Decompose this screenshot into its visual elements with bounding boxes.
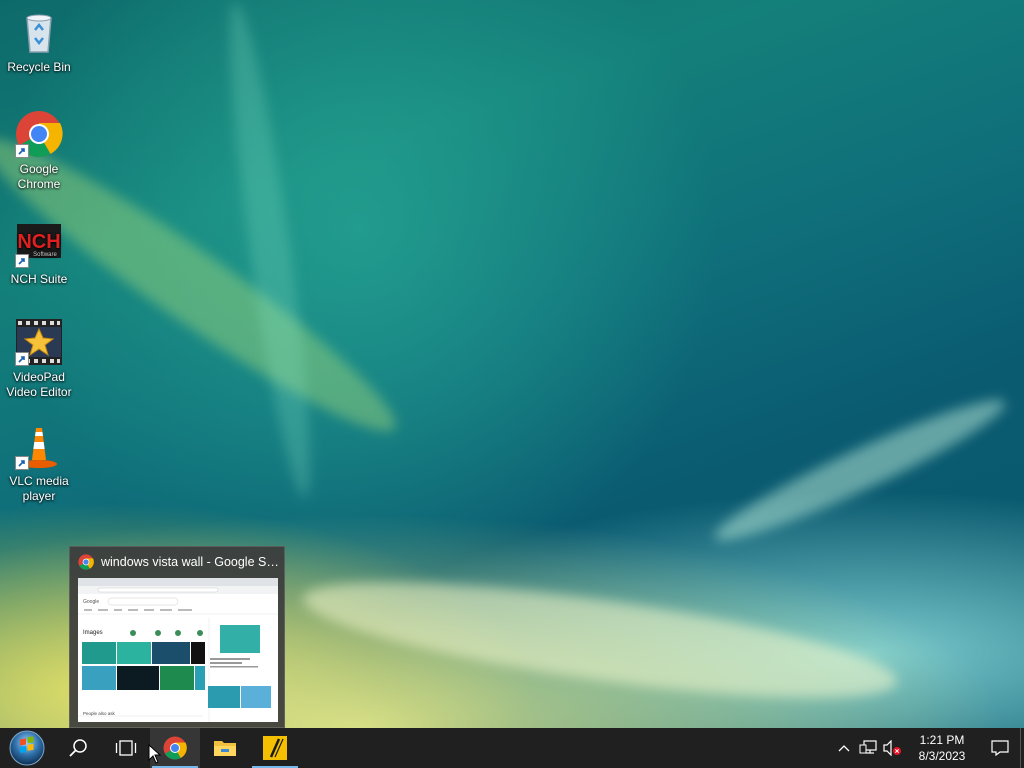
recycle-bin-icon [15,8,63,56]
clock-date: 8/3/2023 [918,749,966,763]
task-view-icon [115,740,137,756]
taskbar-chrome-button[interactable] [148,728,200,768]
wallpaper-streak [215,0,325,501]
desktop-icon-label: NCH Suite [10,272,68,286]
nch-suite-icon: NCH Software [15,220,63,268]
start-button[interactable] [0,728,54,768]
desktop-icon-label: Google Chrome [17,162,61,191]
show-hidden-icons-button[interactable] [832,728,856,768]
svg-text:Software: Software [33,252,57,258]
volume-muted-icon [883,740,901,756]
chrome-icon [163,736,187,760]
desktop-icon-label: Recycle Bin [7,60,71,74]
thumb-images-heading: Images [83,630,103,636]
search-icon [69,739,87,757]
file-explorer-icon [214,741,236,756]
taskbar-nch-button[interactable] [250,728,300,768]
network-icon [859,740,877,754]
desktop-icon-label: VideoPad Video Editor [6,370,72,399]
nch-icon [263,736,287,760]
taskbar-file-explorer-button[interactable] [200,728,250,768]
desktop-icon-videopad[interactable]: VideoPad Video Editor [2,318,76,400]
network-button[interactable] [856,728,880,768]
desktop-icon-nch-suite[interactable]: NCH Software NCH Suite [2,220,76,287]
chrome-icon [78,554,94,570]
preview-thumbnail[interactable]: Google Images People also ask [78,578,278,722]
preview-header: windows vista wall - Google Se... [70,547,284,577]
chevron-up-icon [838,745,850,752]
action-center-button[interactable] [980,728,1020,768]
clock[interactable]: 1:21 PM 8/3/2023 [904,732,980,764]
chrome-icon [15,110,63,158]
show-desktop-button[interactable] [1020,728,1024,768]
shortcut-arrow-icon [15,254,29,268]
notification-icon [991,740,1009,756]
svg-text:NCH: NCH [17,231,60,253]
thumb-related: People also ask [83,711,115,716]
start-icon [9,730,45,766]
preview-window-title: windows vista wall - Google Se... [101,555,281,569]
task-view-button[interactable] [102,728,150,768]
volume-button[interactable] [880,728,904,768]
taskbar-window-preview[interactable]: windows vista wall - Google Se... Google… [69,546,285,728]
shortcut-arrow-icon [15,456,29,470]
thumb-brand: Google [83,599,100,605]
shortcut-arrow-icon [15,144,29,158]
desktop-icon-vlc[interactable]: VLC media player [2,422,76,504]
shortcut-arrow-icon [15,352,29,366]
desktop-icon-google-chrome[interactable]: Google Chrome [2,110,76,192]
system-tray: 1:21 PM 8/3/2023 [832,728,1024,768]
vlc-cone-icon [15,422,63,470]
desktop-icon-label: VLC media player [9,474,69,503]
clock-time: 1:21 PM [919,733,965,747]
taskbar: 1:21 PM 8/3/2023 [0,728,1024,768]
wallpaper-streak [706,384,1014,556]
videopad-icon [15,318,63,366]
search-button[interactable] [54,728,102,768]
wallpaper-streak [297,558,903,722]
desktop-icon-recycle-bin[interactable]: Recycle Bin [2,8,76,75]
mouse-cursor-icon [148,744,162,764]
